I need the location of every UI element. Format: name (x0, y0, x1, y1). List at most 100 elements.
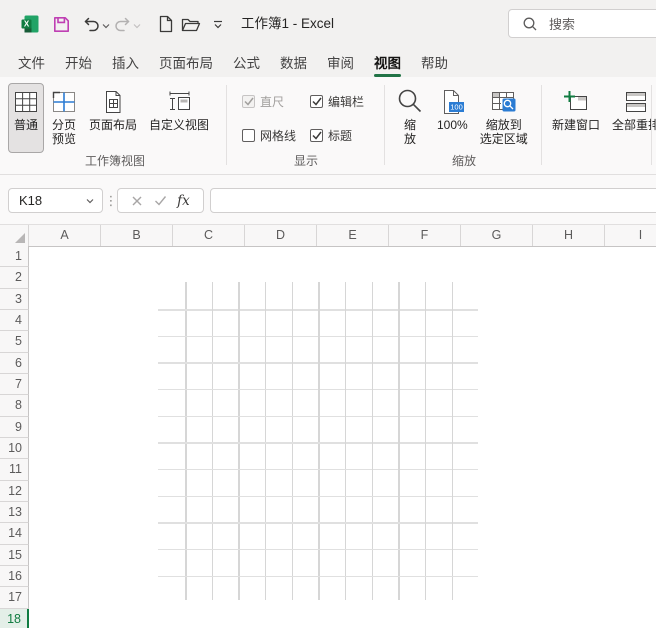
group-label: 工作簿视图 (84, 154, 145, 168)
checkbox-label: 标题 (328, 129, 353, 143)
insert-function-button[interactable]: fx (177, 193, 190, 209)
gridlines-checkbox[interactable]: 网格线 (242, 127, 302, 144)
grid-line-vertical (185, 282, 187, 600)
save-button[interactable] (51, 14, 71, 34)
row-header-18[interactable]: 18 (0, 608, 29, 628)
column-header-H[interactable]: H (533, 225, 605, 246)
grid-line-vertical (318, 282, 320, 600)
row-header-2[interactable]: 2 (0, 267, 29, 289)
redo-chevron-icon (132, 21, 142, 31)
column-header-A[interactable]: A (29, 225, 101, 246)
group-label: 显示 (293, 154, 318, 168)
tab-insert[interactable]: 插入 (112, 47, 139, 77)
zoom-to-selection-button[interactable]: 缩放到 选定区域 (475, 83, 533, 153)
search-icon (522, 16, 538, 32)
tab-review[interactable]: 审阅 (327, 47, 354, 77)
enter-button[interactable] (154, 195, 167, 206)
tab-formulas[interactable]: 公式 (233, 47, 260, 77)
grid-line-vertical (424, 282, 427, 600)
column-header-E[interactable]: E (317, 225, 389, 246)
row-header-17[interactable]: 17 (0, 587, 29, 609)
undo-chevron-icon[interactable] (101, 21, 111, 31)
tab-file[interactable]: 文件 (18, 47, 45, 77)
tab-view[interactable]: 视图 (374, 47, 401, 77)
row-header-1[interactable]: 1 (0, 246, 29, 268)
tab-help[interactable]: 帮助 (421, 47, 448, 77)
new-window-icon (562, 86, 590, 118)
row-header-15[interactable]: 15 (0, 544, 29, 566)
new-window-button[interactable]: 新建窗口 (547, 83, 605, 153)
button-row: 普通 分页 预览 页面布局 自定义视图 (8, 83, 222, 153)
grid-line-vertical (264, 282, 267, 600)
column-header-C[interactable]: C (173, 225, 245, 246)
column-header-G[interactable]: G (461, 225, 533, 246)
grid-line-horizontal (158, 575, 478, 577)
grid-line-vertical (344, 282, 347, 600)
arrange-all-button[interactable]: 全部重排 (607, 83, 656, 153)
row-header-16[interactable]: 16 (0, 565, 29, 588)
column-header-F[interactable]: F (389, 225, 461, 246)
row-header-4[interactable]: 4 (0, 309, 29, 332)
row-header-5[interactable]: 5 (0, 331, 29, 353)
group-separator (541, 85, 542, 165)
button-label: 新建窗口 (552, 118, 601, 132)
column-header-D[interactable]: D (245, 225, 317, 246)
button-label: 普通 (13, 118, 38, 132)
open-file-button[interactable] (181, 14, 201, 34)
arrange-all-icon (623, 86, 649, 118)
checkbox-label: 网格线 (260, 129, 297, 143)
row-header-9[interactable]: 9 (0, 416, 29, 438)
page-break-preview-button[interactable]: 分页 预览 (46, 83, 82, 153)
zoom-100-button[interactable]: 100 100% (432, 83, 473, 153)
row-header-14[interactable]: 14 (0, 523, 29, 545)
button-label: 页面布局 (89, 118, 138, 132)
group-separator (651, 85, 652, 165)
group-separator (384, 85, 385, 165)
name-box-chevron-icon[interactable] (86, 198, 94, 204)
tab-home[interactable]: 开始 (65, 47, 92, 77)
redo-button[interactable] (112, 14, 132, 34)
grid-line-horizontal (158, 335, 478, 338)
column-headers: ABCDEFGHI (0, 224, 656, 247)
checkbox-grid: 直尺 编辑栏网格线 标题 (242, 93, 380, 144)
row-header-7[interactable]: 7 (0, 373, 29, 396)
ruler-checkbox: 直尺 (242, 93, 302, 110)
select-all-button[interactable] (0, 225, 29, 246)
column-header-I[interactable]: I (605, 225, 656, 246)
search-label: 搜索 (549, 17, 576, 32)
formula-input[interactable] (210, 188, 656, 213)
page-layout-view-button[interactable]: 页面布局 (84, 83, 142, 153)
row-header-6[interactable]: 6 (0, 352, 29, 374)
excel-logo-icon: X (20, 14, 40, 34)
cell-borders-grid (158, 282, 478, 600)
grid-line-vertical (238, 282, 240, 600)
custom-views-button[interactable]: 自定义视图 (144, 83, 214, 153)
row-header-11[interactable]: 11 (0, 459, 29, 481)
zoom-100-icon: 100 (438, 86, 466, 118)
column-header-B[interactable]: B (101, 225, 173, 246)
tab-page-layout[interactable]: 页面布局 (159, 47, 213, 77)
formula-bar-checkbox[interactable]: 编辑栏 (310, 93, 380, 110)
normal-view-button[interactable]: 普通 (8, 83, 44, 153)
cancel-button[interactable] (131, 195, 143, 207)
row-header-8[interactable]: 8 (0, 395, 29, 417)
grid-line-horizontal (158, 495, 478, 498)
cell-reference: K18 (19, 193, 43, 208)
row-header-13[interactable]: 13 (0, 501, 29, 524)
qat-overflow-icon[interactable] (213, 19, 223, 29)
search-box[interactable]: 搜索 (508, 9, 656, 38)
grid-line-horizontal (158, 362, 478, 364)
undo-button[interactable] (81, 14, 101, 34)
tab-data[interactable]: 数据 (280, 47, 307, 77)
zoom-button[interactable]: 缩放 (390, 83, 430, 153)
headings-checkbox[interactable]: 标题 (310, 127, 380, 144)
page-layout-icon (100, 86, 126, 118)
row-header-12[interactable]: 12 (0, 480, 29, 502)
row-header-3[interactable]: 3 (0, 288, 29, 310)
button-row: 新建窗口 全部重排 (547, 83, 656, 153)
new-file-button[interactable] (155, 14, 175, 34)
row-header-10[interactable]: 10 (0, 437, 29, 460)
ribbon-group-zoom: 缩放 100 100% 缩放到 选定区域 缩放 (390, 77, 538, 174)
grid-line-vertical (451, 282, 453, 600)
name-box[interactable]: K18 (8, 188, 103, 213)
